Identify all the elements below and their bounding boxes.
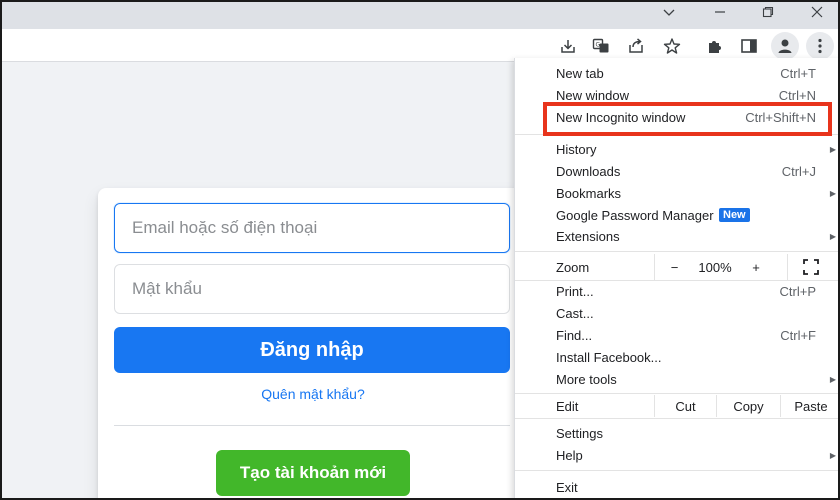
- zoom-label: Zoom: [556, 260, 590, 275]
- menu-item-exit[interactable]: Exit: [515, 476, 840, 498]
- submenu-arrow-icon: ▶: [829, 231, 836, 241]
- svg-text:G: G: [596, 42, 601, 49]
- install-button[interactable]: [556, 34, 580, 58]
- share-button[interactable]: [624, 34, 648, 58]
- menu-item-help[interactable]: Help ▶: [515, 444, 840, 466]
- menu-item-label: History: [556, 141, 597, 157]
- menu-item-label: Find...: [556, 327, 593, 343]
- menu-item-label: Extensions: [556, 228, 620, 244]
- edit-row: Edit Cut Copy Paste: [515, 395, 840, 417]
- menu-item-label: Cast...: [556, 305, 594, 321]
- password-placeholder: Mật khẩu: [132, 279, 202, 298]
- new-badge: New: [719, 208, 750, 222]
- menu-separator: [515, 393, 840, 394]
- tab-search-button[interactable]: [646, 0, 692, 24]
- edit-label: Edit: [556, 399, 579, 414]
- close-button[interactable]: [794, 0, 840, 24]
- menu-separator: [515, 251, 840, 252]
- login-card: Email hoặc số điện thoại Mật khẩu Đăng n…: [98, 188, 528, 500]
- menu-item-shortcut: Ctrl+F: [780, 327, 816, 343]
- side-panel-icon: [741, 39, 757, 53]
- menu-item-label: New window: [556, 87, 629, 103]
- menu-item-more-tools[interactable]: More tools ▶: [515, 368, 840, 390]
- menu-item-label: Google Password Manager: [556, 207, 714, 223]
- submenu-arrow-icon: ▶: [829, 374, 836, 384]
- email-field[interactable]: Email hoặc số điện thoại: [114, 203, 510, 253]
- menu-item-new-window[interactable]: New window Ctrl+N: [515, 84, 840, 106]
- menu-item-downloads[interactable]: Downloads Ctrl+J: [515, 160, 840, 182]
- fullscreen-button[interactable]: [787, 254, 833, 280]
- menu-item-print[interactable]: Print... Ctrl+P: [515, 280, 840, 302]
- restore-button[interactable]: [745, 0, 791, 24]
- menu-item-install[interactable]: Install Facebook...: [515, 346, 840, 368]
- login-button[interactable]: Đăng nhập: [114, 327, 510, 373]
- menu-item-bookmarks[interactable]: Bookmarks ▶: [515, 182, 840, 204]
- menu-item-label: New Incognito window: [556, 109, 686, 125]
- menu-item-settings[interactable]: Settings: [515, 422, 840, 444]
- menu-item-shortcut: Ctrl+J: [781, 163, 816, 179]
- title-bar: [0, 0, 840, 29]
- side-panel-button[interactable]: [737, 34, 761, 58]
- menu-item-shortcut: Ctrl+T: [780, 65, 816, 81]
- extensions-icon: [709, 41, 721, 53]
- copy-button[interactable]: Copy: [716, 395, 780, 417]
- forgot-password-link[interactable]: Quên mật khẩu?: [98, 386, 528, 402]
- bookmark-star-button[interactable]: [660, 34, 684, 58]
- menu-item-label: Install Facebook...: [556, 349, 662, 365]
- email-placeholder: Email hoặc số điện thoại: [132, 218, 318, 237]
- zoom-out-button[interactable]: −: [654, 254, 694, 280]
- menu-item-label: Help: [556, 447, 583, 463]
- submenu-arrow-icon: ▶: [829, 450, 836, 460]
- cut-button[interactable]: Cut: [654, 395, 716, 417]
- zoom-level: 100%: [698, 259, 732, 275]
- chrome-menu: New tab Ctrl+T New window Ctrl+N New Inc…: [514, 58, 840, 500]
- menu-item-label: Downloads: [556, 163, 621, 179]
- menu-item-extensions[interactable]: Extensions ▶: [515, 225, 840, 247]
- menu-item-new-tab[interactable]: New tab Ctrl+T: [515, 62, 840, 84]
- translate-icon: G: [592, 38, 609, 53]
- menu-item-new-incognito-window[interactable]: New Incognito window Ctrl+Shift+N: [515, 106, 840, 128]
- fullscreen-icon: [802, 259, 819, 275]
- menu-item-find[interactable]: Find... Ctrl+F: [515, 324, 840, 346]
- star-icon: [663, 38, 681, 54]
- menu-separator: [515, 470, 840, 471]
- menu-item-label: Bookmarks: [556, 185, 622, 201]
- menu-item-label: Print...: [556, 283, 594, 299]
- profile-icon: [778, 39, 792, 53]
- zoom-row: Zoom − 100% +: [515, 254, 840, 280]
- menu-item-password-manager[interactable]: Google Password Manager New: [515, 204, 840, 226]
- menu-item-shortcut: Ctrl+P: [779, 283, 816, 299]
- restore-icon: [762, 6, 774, 18]
- menu-item-label: Settings: [556, 425, 603, 441]
- menu-item-label: New tab: [556, 65, 604, 81]
- chevron-down-icon: [663, 9, 675, 16]
- menu-item-label: More tools: [556, 371, 617, 387]
- menu-separator: [515, 134, 840, 135]
- create-account-button[interactable]: Tạo tài khoản mới: [216, 450, 410, 496]
- share-icon: [629, 38, 643, 53]
- extensions-button[interactable]: [703, 34, 727, 58]
- minimize-button[interactable]: [697, 0, 743, 24]
- translate-button[interactable]: G: [589, 34, 613, 58]
- menu-item-shortcut: Ctrl+Shift+N: [745, 109, 816, 125]
- submenu-arrow-icon: ▶: [829, 144, 836, 154]
- password-field[interactable]: Mật khẩu: [114, 264, 510, 314]
- minimize-icon: [715, 11, 725, 13]
- menu-separator: [515, 418, 840, 419]
- menu-item-cast[interactable]: Cast...: [515, 302, 840, 324]
- menu-item-history[interactable]: History ▶: [515, 138, 840, 160]
- profile-button[interactable]: [771, 32, 799, 60]
- close-icon: [811, 6, 823, 18]
- chrome-menu-button[interactable]: [806, 32, 834, 60]
- menu-item-shortcut: Ctrl+N: [778, 87, 816, 103]
- more-icon: [818, 38, 822, 54]
- menu-item-label: Exit: [556, 479, 578, 495]
- zoom-in-button[interactable]: +: [736, 254, 776, 280]
- install-icon: [561, 40, 575, 53]
- divider: [114, 425, 510, 426]
- paste-button[interactable]: Paste: [780, 395, 840, 417]
- submenu-arrow-icon: ▶: [829, 188, 836, 198]
